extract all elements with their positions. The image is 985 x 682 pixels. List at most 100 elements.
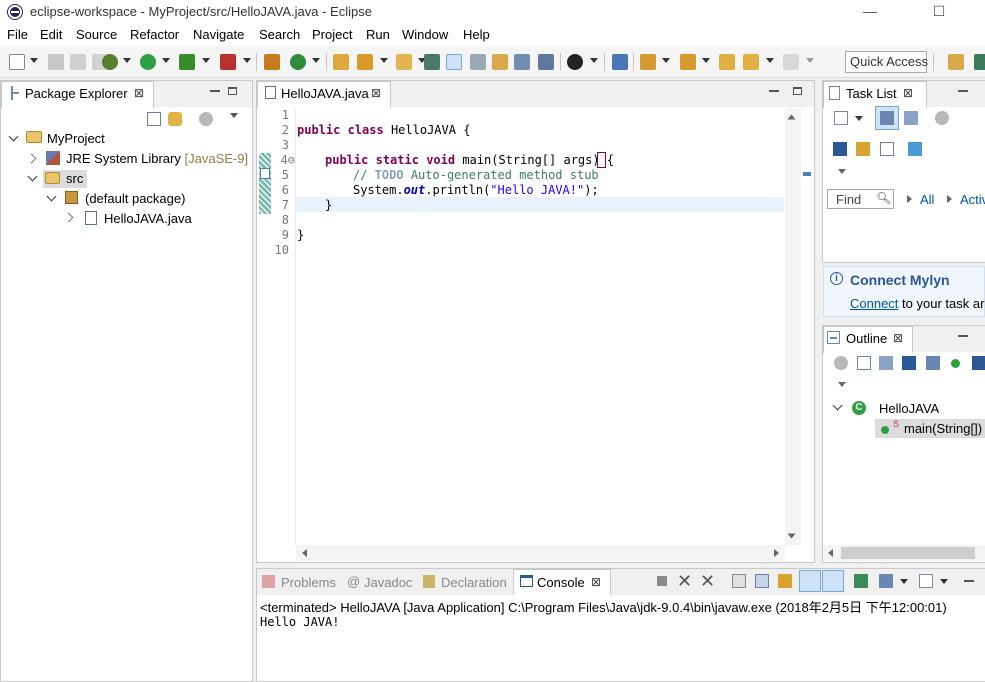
scroll-down-icon[interactable] <box>787 533 796 539</box>
collapse-all-icon[interactable] <box>857 356 871 370</box>
open-task-icon[interactable] <box>357 54 373 70</box>
external-tools-dropdown-icon[interactable] <box>243 58 251 63</box>
show-console-on-output-toggle[interactable] <box>799 570 821 592</box>
next-annotation-icon[interactable] <box>640 54 656 70</box>
tree-src[interactable]: src <box>66 171 83 186</box>
task-marker-icon[interactable] <box>260 168 270 179</box>
paragraph-icon[interactable] <box>538 54 554 70</box>
connect-link[interactable]: Connect <box>850 296 898 311</box>
new-java-class-icon[interactable] <box>290 54 306 70</box>
back-icon[interactable] <box>743 54 759 70</box>
filter-all-link[interactable]: All <box>920 192 934 207</box>
filter-active-link[interactable]: Activ <box>960 192 985 207</box>
java-perspective-icon[interactable] <box>974 54 985 70</box>
remote-dropdown-icon[interactable] <box>590 58 598 63</box>
package-explorer-close-icon[interactable]: ⊠ <box>134 86 144 100</box>
outline-close-icon[interactable]: ⊠ <box>893 331 903 345</box>
previous-annotation-icon[interactable] <box>680 54 696 70</box>
hide-completed-icon[interactable] <box>833 142 847 156</box>
scroll-lock-icon[interactable] <box>755 574 769 588</box>
menu-refactor[interactable]: Refactor <box>130 27 179 42</box>
menu-window[interactable]: Window <box>402 27 448 42</box>
new-class-dropdown-icon[interactable] <box>312 58 320 63</box>
toggle-mark-occurrences-icon[interactable] <box>446 54 462 70</box>
display-selected-console-icon[interactable] <box>879 574 893 588</box>
remove-all-terminated-icon[interactable]: ✕ <box>700 571 715 592</box>
pin-console-icon[interactable] <box>854 574 868 588</box>
toggle-breadcrumb-icon[interactable] <box>470 54 486 70</box>
console-close-icon[interactable]: ⊠ <box>591 575 601 589</box>
open-console-dropdown-icon[interactable] <box>940 579 948 584</box>
menu-search[interactable]: Search <box>259 27 300 42</box>
collapse-all-icon[interactable] <box>880 142 894 156</box>
new-icon[interactable] <box>9 54 25 70</box>
external-tools-icon[interactable] <box>220 54 236 70</box>
remote-connection-icon[interactable] <box>567 54 583 70</box>
previous-annotation-dropdown-icon[interactable] <box>702 58 710 63</box>
focus-on-workweek-icon[interactable] <box>935 111 949 125</box>
maximize-icon[interactable] <box>228 87 237 95</box>
tree-java-file[interactable]: HelloJAVA.java <box>104 211 192 226</box>
link-with-editor-icon[interactable] <box>908 142 922 156</box>
menu-navigate[interactable]: Navigate <box>193 27 244 42</box>
find-input[interactable]: Find 🔍︎ <box>827 189 894 209</box>
synchronize-icon[interactable] <box>856 142 870 156</box>
tree-project[interactable]: MyProject <box>47 131 105 146</box>
view-menu-icon[interactable] <box>838 169 846 174</box>
console-output-area[interactable]: <terminated> HelloJAVA [Java Application… <box>257 595 985 681</box>
quick-access-input[interactable]: Quick Access <box>845 51 928 73</box>
new-java-package-icon[interactable] <box>264 54 280 70</box>
search-icon[interactable] <box>396 54 412 70</box>
minimize-icon[interactable] <box>958 90 968 92</box>
save-icon[interactable] <box>48 54 64 70</box>
menu-run[interactable]: Run <box>366 27 390 42</box>
tree-default-package[interactable]: (default package) <box>85 191 185 206</box>
hide-local-types-icon[interactable] <box>972 356 985 370</box>
skip-breakpoints-icon[interactable] <box>612 54 628 70</box>
hide-fields-icon[interactable] <box>902 356 916 370</box>
forward-dropdown-icon[interactable] <box>806 58 814 63</box>
outline-class[interactable]: HelloJAVA <box>879 401 939 416</box>
menu-edit[interactable]: Edit <box>40 27 62 42</box>
show-whitespace-icon[interactable] <box>514 54 530 70</box>
scroll-right-icon[interactable] <box>774 549 779 557</box>
back-dropdown-icon[interactable] <box>766 58 774 63</box>
last-edit-location-icon[interactable] <box>719 54 735 70</box>
display-console-dropdown-icon[interactable] <box>900 579 908 584</box>
coverage-dropdown-icon[interactable] <box>202 58 210 63</box>
debug-icon[interactable] <box>102 54 118 70</box>
outline-method[interactable]: main(String[]) <box>904 421 982 436</box>
toggle-ant-editor-icon[interactable] <box>424 54 440 70</box>
hide-non-public-icon[interactable] <box>951 359 960 368</box>
focus-on-task-icon[interactable] <box>199 112 213 126</box>
forward-icon[interactable] <box>783 54 799 70</box>
find-search-icon[interactable]: 🔍︎ <box>876 191 891 205</box>
menu-project[interactable]: Project <box>312 27 352 42</box>
editor-vertical-scrollbar[interactable] <box>785 108 801 545</box>
debug-dropdown-icon[interactable] <box>123 58 131 63</box>
overview-ruler-marker[interactable] <box>803 172 811 176</box>
scroll-up-icon[interactable] <box>787 114 796 120</box>
new-task-dropdown-icon[interactable] <box>855 116 863 121</box>
new-task-icon[interactable] <box>834 111 848 125</box>
line-number[interactable]: 4⊖ <box>273 153 295 168</box>
scrollbar-thumb[interactable] <box>841 547 975 559</box>
editor-horizontal-scrollbar[interactable] <box>296 545 785 561</box>
collapse-all-icon[interactable] <box>147 112 161 126</box>
tab-javadoc[interactable]: Javadoc <box>364 575 412 590</box>
tree-jre-library[interactable]: JRE System Library [JavaSE-9] <box>66 151 248 166</box>
sort-icon[interactable] <box>879 356 893 370</box>
open-task-dropdown-icon[interactable] <box>380 58 388 63</box>
outline-horizontal-scrollbar[interactable] <box>823 545 985 561</box>
scroll-left-icon[interactable] <box>828 549 833 557</box>
remove-launch-icon[interactable]: ✕ <box>677 571 692 592</box>
view-menu-icon[interactable] <box>230 113 238 118</box>
minimize-icon[interactable] <box>958 335 968 337</box>
open-type-icon[interactable] <box>333 54 349 70</box>
minimize-icon[interactable] <box>964 580 974 582</box>
minimize-icon[interactable] <box>210 90 220 92</box>
word-wrap-icon[interactable] <box>778 574 792 588</box>
next-annotation-dropdown-icon[interactable] <box>662 58 670 63</box>
editor-tab-close-icon[interactable]: ⊠ <box>371 86 381 100</box>
clear-console-icon[interactable] <box>732 574 746 588</box>
